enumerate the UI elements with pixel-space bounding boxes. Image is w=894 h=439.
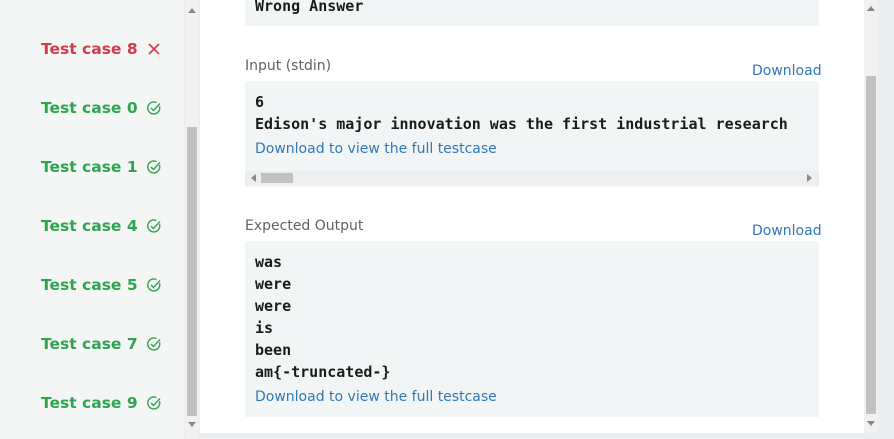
expected-line: am{-truncated-} (255, 363, 391, 381)
check-circle-icon (146, 396, 161, 410)
expected-line: were (255, 297, 292, 315)
check-circle-icon (146, 101, 161, 115)
scroll-right-icon[interactable] (807, 174, 812, 182)
expected-output-label: Expected Output (245, 218, 364, 234)
input-label: Input (stdin) (245, 58, 332, 74)
expected-line: is (255, 319, 274, 337)
expected-line: was (255, 253, 283, 271)
scroll-down-icon[interactable] (188, 422, 196, 427)
check-circle-icon (146, 278, 161, 292)
test-case-9[interactable]: Test case 9 (41, 391, 162, 415)
test-case-0[interactable]: Test case 0 (41, 96, 162, 120)
test-case-label: Test case 8 (41, 40, 138, 58)
test-case-5[interactable]: Test case 5 (41, 273, 162, 297)
test-case-list: Test case 8 Test case 0 Test case 1 Test… (0, 0, 184, 439)
test-case-label: Test case 1 (41, 158, 138, 176)
check-circle-icon (146, 337, 161, 351)
input-horizontal-scrollbar[interactable] (245, 171, 819, 185)
input-download-link[interactable]: Download (752, 63, 822, 79)
expected-full-testcase-link[interactable]: Download to view the full testcase (255, 389, 497, 405)
scrollbar-thumb[interactable] (187, 127, 197, 416)
x-icon (148, 43, 160, 55)
input-line: Edison's major innovation was the first … (255, 115, 788, 133)
test-list-scrollbar[interactable] (185, 0, 199, 439)
test-case-label: Test case 9 (41, 394, 138, 412)
test-case-label: Test case 4 (41, 217, 138, 235)
expected-download-link[interactable]: Download (752, 223, 822, 239)
scroll-left-icon[interactable] (251, 174, 256, 182)
test-case-7[interactable]: Test case 7 (41, 332, 162, 356)
test-case-detail: Wrong Answer Input (stdin) Download 6 Ed… (200, 0, 864, 433)
test-case-1[interactable]: Test case 1 (41, 155, 162, 179)
expected-line: were (255, 275, 292, 293)
scroll-up-icon[interactable] (867, 6, 875, 11)
input-box: 6 Edison's major innovation was the firs… (245, 81, 819, 187)
scroll-down-icon[interactable] (867, 421, 875, 426)
expected-line: been (255, 341, 292, 359)
scrollbar-thumb[interactable] (866, 76, 876, 414)
scroll-up-icon[interactable] (188, 8, 196, 13)
detail-scrollbar[interactable] (864, 0, 878, 433)
expected-output-box: was were were is been am{-truncated-} Do… (245, 241, 819, 417)
check-circle-icon (146, 160, 161, 174)
input-line: 6 (255, 93, 265, 111)
test-case-8[interactable]: Test case 8 (41, 37, 162, 61)
check-circle-icon (146, 219, 161, 233)
horizontal-scrollbar-thumb[interactable] (261, 173, 293, 183)
test-case-label: Test case 7 (41, 335, 138, 353)
input-full-testcase-link[interactable]: Download to view the full testcase (255, 141, 497, 157)
test-case-label: Test case 0 (41, 99, 138, 117)
result-box: Wrong Answer (245, 0, 819, 26)
test-case-label: Test case 5 (41, 276, 138, 294)
page-background-strip (878, 0, 894, 439)
test-case-4[interactable]: Test case 4 (41, 214, 162, 238)
result-text: Wrong Answer (255, 0, 364, 15)
